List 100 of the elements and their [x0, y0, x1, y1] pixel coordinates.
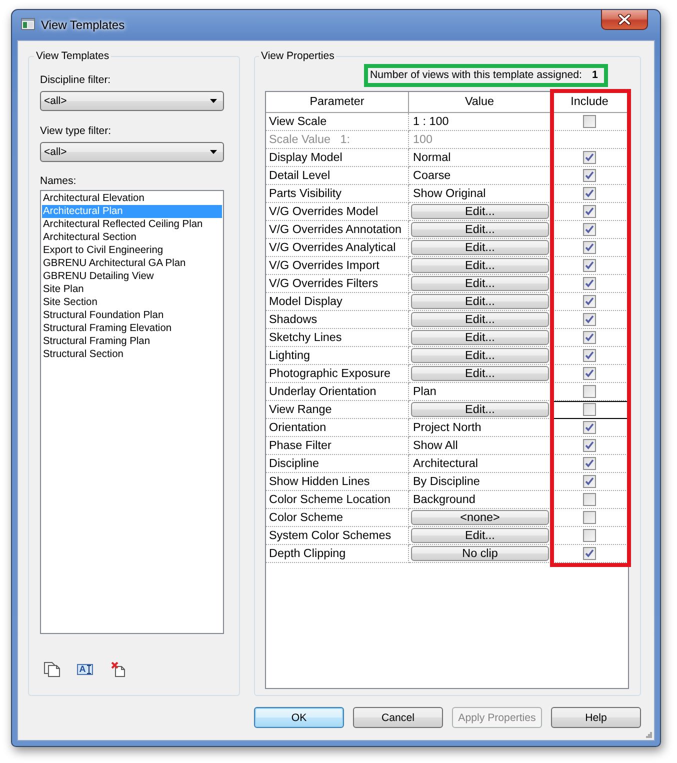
value-cell: Normal: [409, 149, 551, 167]
checkbox[interactable]: [583, 349, 596, 362]
value-cell: Architectural: [409, 455, 551, 473]
value-cell: By Discipline: [409, 473, 551, 491]
checkbox[interactable]: [583, 115, 596, 128]
dialog-button[interactable]: OK: [254, 707, 344, 728]
checkbox[interactable]: [583, 385, 596, 398]
parameter-cell: V/G Overrides Model: [266, 203, 409, 221]
parameter-cell: View Scale: [266, 113, 409, 131]
parameter-cell: V/G Overrides Analytical: [266, 239, 409, 257]
value-cell: Plan: [409, 383, 551, 401]
checkbox[interactable]: [583, 511, 596, 524]
list-item[interactable]: Structural Framing Elevation: [42, 322, 222, 335]
checkbox[interactable]: [583, 295, 596, 308]
parameter-cell: Model Display: [266, 293, 409, 311]
list-item[interactable]: Structural Foundation Plan: [42, 309, 222, 322]
list-item[interactable]: Site Plan: [42, 283, 222, 296]
checkbox[interactable]: [583, 259, 596, 272]
dialog-button[interactable]: Cancel: [353, 707, 443, 728]
checkbox[interactable]: [583, 313, 596, 326]
list-item[interactable]: Structural Framing Plan: [42, 335, 222, 348]
checkbox[interactable]: [583, 241, 596, 254]
value-button[interactable]: Edit...: [411, 528, 549, 543]
value-cell: 100: [409, 131, 551, 149]
checkbox[interactable]: [583, 187, 596, 200]
group-title: View Properties: [260, 50, 336, 63]
checkbox[interactable]: [583, 367, 596, 380]
parameter-cell: V/G Overrides Import: [266, 257, 409, 275]
list-item[interactable]: Architectural Elevation: [42, 192, 222, 205]
checkbox[interactable]: [583, 277, 596, 290]
list-item[interactable]: Structural Section: [42, 348, 222, 361]
value-button[interactable]: Edit...: [411, 366, 549, 381]
parameter-cell: V/G Overrides Annotation: [266, 221, 409, 239]
value-cell: Background: [409, 491, 551, 509]
close-button[interactable]: [601, 10, 648, 30]
field-label: Discipline filter:: [40, 74, 112, 87]
dropdown[interactable]: <all>: [40, 91, 224, 111]
parameter-cell: Sketchy Lines: [266, 329, 409, 347]
parameter-cell: Lighting: [266, 347, 409, 365]
value-button[interactable]: Edit...: [411, 348, 549, 363]
checkbox[interactable]: [583, 439, 596, 452]
value-button[interactable]: Edit...: [411, 222, 549, 237]
column-header: Include: [551, 92, 628, 113]
parameter-cell: Photographic Exposure: [266, 365, 409, 383]
window-title: View Templates: [41, 18, 125, 32]
list-item[interactable]: GBRENU Architectural GA Plan: [42, 257, 222, 270]
value-button[interactable]: No clip: [411, 546, 549, 561]
parameter-cell: Display Model: [266, 149, 409, 167]
value-button[interactable]: Edit...: [411, 330, 549, 345]
column-header: Value: [409, 92, 551, 113]
list-item[interactable]: Export to Civil Engineering: [42, 244, 222, 257]
parameter-cell: Show Hidden Lines: [266, 473, 409, 491]
value-button[interactable]: Edit...: [411, 312, 549, 327]
list-item[interactable]: Site Section: [42, 296, 222, 309]
value-cell: Show Original: [409, 185, 551, 203]
value-button[interactable]: Edit...: [411, 240, 549, 255]
checkbox[interactable]: [583, 421, 596, 434]
checkbox[interactable]: [583, 205, 596, 218]
value-button[interactable]: Edit...: [411, 204, 549, 219]
checkbox[interactable]: [583, 457, 596, 470]
parameter-cell: Detail Level: [266, 167, 409, 185]
value-button[interactable]: Edit...: [411, 258, 549, 273]
checkbox[interactable]: [583, 169, 596, 182]
checkbox[interactable]: [583, 475, 596, 488]
parameter-cell: Orientation: [266, 419, 409, 437]
column-header: Parameter: [266, 92, 409, 113]
copy-icon[interactable]: [44, 662, 60, 676]
checkbox[interactable]: [583, 331, 596, 344]
value-button[interactable]: <none>: [411, 510, 549, 525]
list-item[interactable]: GBRENU Detailing View: [42, 270, 222, 283]
value-button[interactable]: Edit...: [411, 276, 549, 291]
value-cell: Show All: [409, 437, 551, 455]
parameter-cell: Depth Clipping: [266, 545, 409, 563]
value-button[interactable]: Edit...: [411, 294, 549, 309]
count-value: 1: [592, 69, 598, 82]
value-button[interactable]: Edit...: [411, 402, 549, 417]
rename-button[interactable]: A: [77, 664, 93, 674]
parameter-cell: System Color Schemes: [266, 527, 409, 545]
checkbox[interactable]: [583, 223, 596, 236]
window-app-icon: [21, 18, 35, 30]
dialog-button[interactable]: Help: [551, 707, 641, 728]
caret-icon: [210, 99, 217, 103]
parameter-cell: Discipline: [266, 455, 409, 473]
checkbox[interactable]: [583, 403, 596, 416]
checkbox[interactable]: [583, 151, 596, 164]
checkbox[interactable]: [583, 493, 596, 506]
resize-grip-icon[interactable]: [645, 731, 652, 738]
list-item[interactable]: Architectural Reflected Ceiling Plan: [42, 218, 222, 231]
group-title: View Templates: [35, 50, 110, 63]
parameter-cell: Scale Value 1:: [266, 131, 409, 149]
close-icon: [618, 14, 631, 25]
parameter-cell: V/G Overrides Filters: [266, 275, 409, 293]
list-item[interactable]: Architectural Section: [42, 231, 222, 244]
field-label: Names:: [40, 175, 78, 188]
checkbox[interactable]: [583, 547, 596, 560]
delete-icon[interactable]: [111, 662, 125, 676]
parameter-cell: View Range: [266, 401, 409, 419]
count-label: Number of views with this template assigned:: [370, 69, 582, 82]
dropdown[interactable]: <all>: [40, 142, 224, 162]
checkbox[interactable]: [583, 529, 596, 542]
